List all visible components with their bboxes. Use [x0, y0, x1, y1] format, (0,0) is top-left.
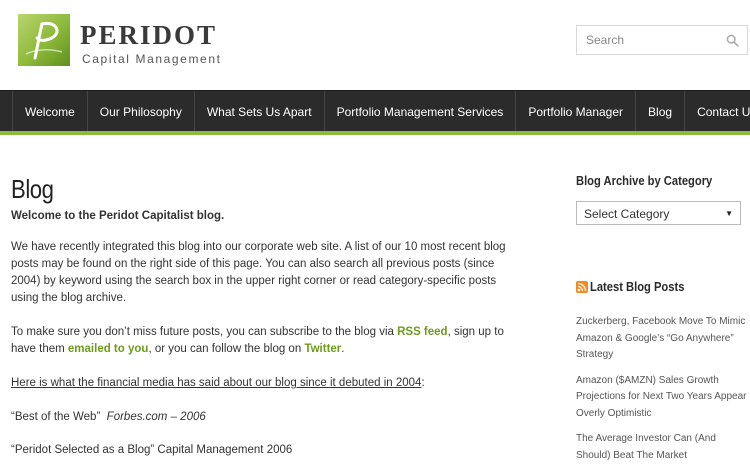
nav-item-blog[interactable]: Blog: [636, 91, 686, 132]
search-box: [576, 25, 748, 55]
subscribe-text: To make sure you don’t miss future posts…: [11, 326, 398, 338]
subscribe-text: .: [341, 343, 345, 355]
nav-item-portfolio-management-services[interactable]: Portfolio Management Services: [325, 91, 517, 132]
logo-subtitle: Capital Management: [82, 52, 222, 66]
post-link[interactable]: The Average Investor Can (And Should) Be…: [576, 431, 748, 464]
subscribe-text: , or you can follow the blog on: [148, 343, 305, 355]
nav-item-what-sets-us-apart[interactable]: What Sets Us Apart: [195, 91, 325, 132]
search-icon[interactable]: [726, 34, 739, 47]
media-heading-colon: :: [421, 377, 425, 389]
logo-name: PERIDOT: [80, 20, 218, 50]
site-header: PERIDOT Capital Management: [0, 0, 750, 90]
page-title: Blog: [11, 174, 54, 204]
latest-posts-list: Zuckerberg, Facebook Move To Mimic Amazo…: [576, 314, 748, 464]
nav-item-contact-us[interactable]: Contact Us: [685, 91, 750, 132]
post-link[interactable]: Amazon ($AMZN) Sales Growth Projections …: [576, 373, 748, 423]
intro-paragraph: We have recently integrated this blog in…: [11, 241, 506, 304]
category-select[interactable]: Select Category ▼: [576, 201, 741, 225]
rss-feed-link[interactable]: RSS feed: [397, 326, 448, 338]
post-link[interactable]: Zuckerberg, Facebook Move To Mimic Amazo…: [576, 314, 748, 364]
nav-item-our-philosophy[interactable]: Our Philosophy: [88, 91, 195, 132]
chevron-down-icon: ▼: [725, 209, 733, 218]
nav-accent-bar: [0, 131, 750, 135]
sidebar: Blog Archive by Category Select Category…: [576, 172, 748, 473]
press-quote: “Best of the Web” Forbes.com – 2006: [11, 409, 511, 426]
main-content: Blog Welcome to the Peridot Capitalist b…: [11, 172, 511, 459]
main-navigation: Welcome Our Philosophy What Sets Us Apar…: [0, 90, 750, 132]
quote-source: Forbes.com – 2006: [106, 411, 206, 423]
welcome-text: Welcome to the Peridot Capitalist blog.: [11, 210, 225, 222]
latest-posts-header: Latest Blog Posts: [576, 278, 748, 296]
quote-text: “Best of the Web”: [11, 411, 101, 423]
rss-icon[interactable]: [576, 281, 588, 293]
media-heading-text: Here is what the financial media has sai…: [11, 377, 422, 389]
twitter-link[interactable]: Twitter: [304, 343, 341, 355]
email-subscribe-link[interactable]: emailed to you: [68, 343, 149, 355]
media-heading: Here is what the financial media has sai…: [11, 375, 511, 392]
category-select-value: Select Category: [584, 207, 670, 221]
peridot-logo[interactable]: PERIDOT Capital Management: [18, 14, 228, 74]
nav-item-welcome[interactable]: Welcome: [12, 91, 88, 132]
archive-widget-title: Blog Archive by Category: [576, 173, 713, 188]
latest-posts-title: Latest Blog Posts: [590, 279, 685, 294]
subscribe-paragraph: To make sure you don’t miss future posts…: [11, 324, 511, 358]
press-quote: “Peridot Selected as a Blog” Capital Man…: [11, 442, 511, 459]
search-input[interactable]: [577, 26, 726, 54]
logo-mark-icon: [18, 14, 70, 66]
nav-item-portfolio-manager[interactable]: Portfolio Manager: [516, 91, 637, 132]
